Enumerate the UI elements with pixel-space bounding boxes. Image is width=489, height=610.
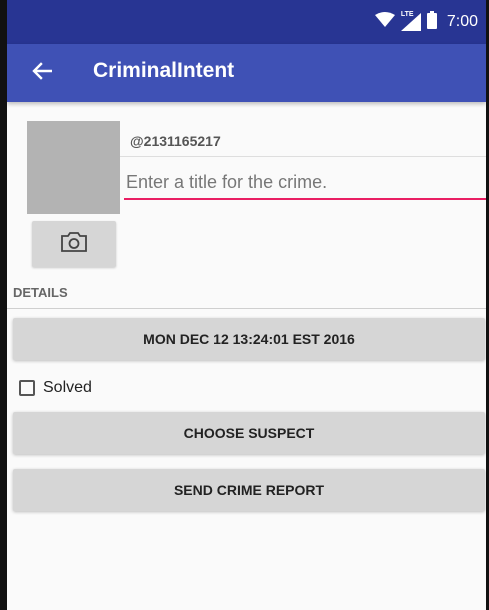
solved-checkbox[interactable] [19, 380, 35, 396]
details-section-label: DETAILS [13, 285, 68, 300]
solved-label: Solved [43, 379, 92, 396]
send-crime-report-button[interactable]: SEND CRIME REPORT [13, 469, 485, 511]
app-title: CriminalIntent [93, 59, 235, 82]
status-icons: LTE 7:00 [374, 10, 478, 34]
battery-icon [426, 10, 437, 34]
crime-date-button[interactable]: MON DEC 12 13:24:01 EST 2016 [13, 318, 485, 360]
title-divider [120, 156, 486, 157]
app-bar: CriminalIntent [7, 44, 486, 102]
details-divider [7, 308, 486, 309]
back-button[interactable] [25, 56, 59, 90]
status-bar: LTE 7:00 [7, 0, 486, 44]
crime-detail-content: @2131165217 DETAILS MON DEC 12 13:24:01 … [7, 102, 486, 610]
choose-suspect-button[interactable]: CHOOSE SUSPECT [13, 412, 485, 454]
network-type-label: LTE [400, 11, 414, 18]
crime-title-input[interactable] [124, 168, 486, 200]
cell-signal-icon: LTE [400, 11, 421, 31]
solved-checkbox-row[interactable]: Solved [19, 377, 92, 399]
crime-title-label: @2131165217 [130, 133, 221, 149]
camera-button[interactable] [32, 221, 116, 267]
phone-screen: LTE 7:00 CriminalIntent @2131165217 Ente… [0, 0, 489, 610]
camera-icon [60, 231, 88, 258]
arrow-back-icon [32, 61, 53, 86]
status-time: 7:00 [446, 13, 478, 30]
wifi-icon [374, 11, 395, 33]
crime-photo [27, 121, 120, 214]
